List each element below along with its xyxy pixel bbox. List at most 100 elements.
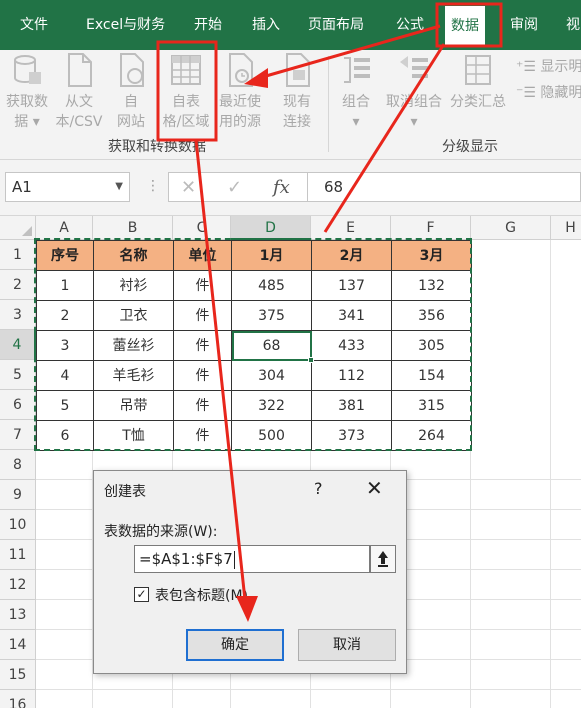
source-range-input[interactable]: =$A$1:$F$7 — [134, 545, 370, 573]
table-cell[interactable]: 2 — [37, 301, 94, 331]
row-header-10[interactable]: 10 — [0, 510, 36, 540]
header-cell-mar[interactable]: 3月 — [392, 241, 472, 271]
table-cell[interactable]: 500 — [232, 421, 312, 451]
row-header-4[interactable]: 4 — [0, 330, 36, 360]
table-cell[interactable]: 卫衣 — [94, 301, 174, 331]
existing-connections-button[interactable]: 现有 连接 — [272, 52, 322, 132]
table-cell[interactable]: 件 — [174, 271, 232, 301]
row-header-9[interactable]: 9 — [0, 480, 36, 510]
table-cell[interactable]: 322 — [232, 391, 312, 421]
has-headers-checkbox[interactable]: ✓ — [134, 587, 149, 602]
table-cell[interactable]: 羊毛衫 — [94, 361, 174, 391]
menu-review[interactable]: 审阅 — [510, 0, 538, 50]
menu-home[interactable]: 开始 — [194, 0, 222, 50]
table-cell[interactable]: 1 — [37, 271, 94, 301]
table-cell[interactable]: 381 — [312, 391, 392, 421]
from-table-range-button[interactable]: 自表 格/区域 — [158, 52, 214, 132]
column-header-e[interactable]: E — [311, 216, 391, 240]
menu-view[interactable]: 视 — [566, 0, 580, 50]
row-header-6[interactable]: 6 — [0, 390, 36, 420]
from-text-csv-button[interactable]: 从文 本/CSV — [52, 52, 106, 132]
table-cell[interactable]: 485 — [232, 271, 312, 301]
cancel-x-icon[interactable]: ✕ — [181, 177, 196, 198]
group-button[interactable]: 组合 ▾ — [336, 52, 376, 132]
header-cell-jan[interactable]: 1月 — [232, 241, 312, 271]
confirm-check-icon[interactable]: ✓ — [227, 177, 242, 198]
table-cell[interactable]: 315 — [392, 391, 472, 421]
name-box[interactable]: A1 ▼ — [5, 172, 130, 202]
collapse-dialog-button[interactable] — [370, 545, 396, 573]
table-cell[interactable]: T恤 — [94, 421, 174, 451]
table-cell[interactable]: 件 — [174, 301, 232, 331]
select-all-corner[interactable] — [0, 216, 36, 240]
fx-icon[interactable]: fx — [273, 177, 290, 198]
row-header-15[interactable]: 15 — [0, 660, 36, 690]
recent-sources-button[interactable]: 最近使 用的源 — [214, 52, 266, 132]
menu-page-layout[interactable]: 页面布局 — [308, 0, 364, 50]
row-header-16[interactable]: 16 — [0, 690, 36, 708]
table-cell[interactable]: 132 — [392, 271, 472, 301]
row-header-12[interactable]: 12 — [0, 570, 36, 600]
from-web-button[interactable]: 自 网站 — [110, 52, 152, 132]
header-cell-name[interactable]: 名称 — [94, 241, 174, 271]
row-header-1[interactable]: 1 — [0, 240, 36, 270]
subtotal-button[interactable]: 分类汇总 — [446, 52, 510, 112]
header-cell-feb[interactable]: 2月 — [312, 241, 392, 271]
table-cell[interactable]: 341 — [312, 301, 392, 331]
table-cell[interactable]: 375 — [232, 301, 312, 331]
row-header-2[interactable]: 2 — [0, 270, 36, 300]
row-header-14[interactable]: 14 — [0, 630, 36, 660]
cancel-button[interactable]: 取消 — [298, 629, 396, 661]
row-header-13[interactable]: 13 — [0, 600, 36, 630]
menu-insert[interactable]: 插入 — [252, 0, 280, 50]
column-header-a[interactable]: A — [36, 216, 93, 240]
menu-data[interactable]: 数据 — [445, 6, 485, 46]
menu-formulas[interactable]: 公式 — [396, 0, 424, 50]
ungroup-button[interactable]: 取消组合 ▾ — [382, 52, 446, 132]
table-cell[interactable]: 件 — [174, 391, 232, 421]
header-cell-unit[interactable]: 单位 — [174, 241, 232, 271]
hide-detail-button[interactable]: ⁻☰ 隐藏明 — [516, 82, 581, 102]
table-cell[interactable]: 件 — [174, 331, 232, 361]
row-header-3[interactable]: 3 — [0, 300, 36, 330]
row-header-5[interactable]: 5 — [0, 360, 36, 390]
show-detail-button[interactable]: ⁺☰ 显示明 — [516, 56, 581, 76]
chevron-down-icon[interactable]: ▼ — [115, 173, 123, 201]
table-cell[interactable]: 件 — [174, 361, 232, 391]
ok-button[interactable]: 确定 — [186, 629, 284, 661]
table-cell[interactable]: 112 — [312, 361, 392, 391]
table-cell[interactable]: 154 — [392, 361, 472, 391]
row-header-8[interactable]: 8 — [0, 450, 36, 480]
header-cell-seq[interactable]: 序号 — [37, 241, 94, 271]
row-header-7[interactable]: 7 — [0, 420, 36, 450]
table-cell[interactable]: 蕾丝衫 — [94, 331, 174, 361]
column-header-d[interactable]: D — [231, 216, 311, 240]
table-cell[interactable]: 264 — [392, 421, 472, 451]
row-header-11[interactable]: 11 — [0, 540, 36, 570]
table-cell[interactable]: 137 — [312, 271, 392, 301]
table-cell[interactable]: 6 — [37, 421, 94, 451]
fill-handle[interactable] — [308, 357, 314, 363]
get-data-button[interactable]: 获取数 据 ▾ — [2, 52, 52, 132]
menu-file[interactable]: 文件 — [20, 0, 48, 50]
column-header-f[interactable]: F — [391, 216, 471, 240]
column-header-h[interactable]: H — [551, 216, 581, 240]
column-header-g[interactable]: G — [471, 216, 551, 240]
help-icon[interactable]: ? — [314, 479, 323, 498]
table-cell[interactable]: 3 — [37, 331, 94, 361]
table-cell[interactable]: 356 — [392, 301, 472, 331]
table-cell[interactable]: 305 — [392, 331, 472, 361]
table-cell[interactable]: 433 — [312, 331, 392, 361]
close-icon[interactable]: ✕ — [366, 476, 383, 500]
column-header-b[interactable]: B — [93, 216, 173, 240]
table-cell[interactable]: 4 — [37, 361, 94, 391]
table-cell[interactable]: 5 — [37, 391, 94, 421]
table-cell[interactable]: 373 — [312, 421, 392, 451]
formula-input[interactable]: 68 — [308, 172, 581, 202]
active-cell[interactable]: 68 — [232, 331, 312, 361]
column-header-c[interactable]: C — [173, 216, 231, 240]
table-cell[interactable]: 件 — [174, 421, 232, 451]
table-cell[interactable]: 衬衫 — [94, 271, 174, 301]
table-cell[interactable]: 304 — [232, 361, 312, 391]
table-cell[interactable]: 吊带 — [94, 391, 174, 421]
